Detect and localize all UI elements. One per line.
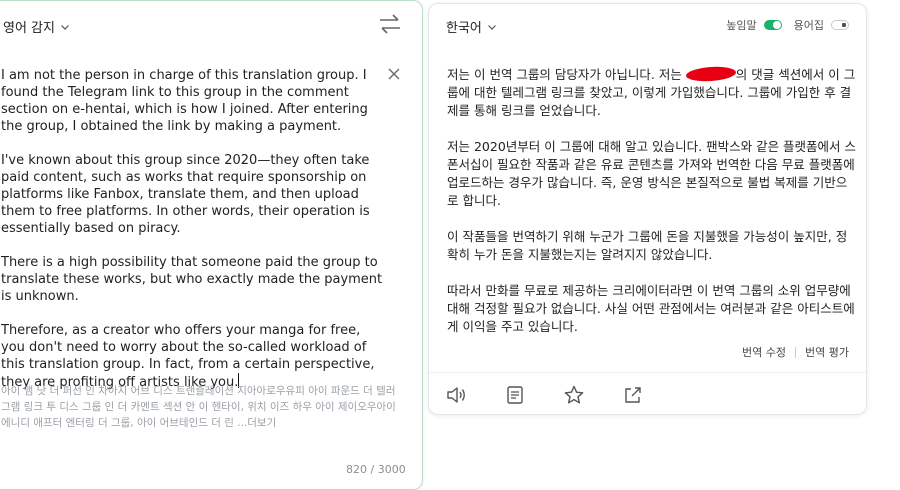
source-language-selector[interactable]: 영어 감지 (3, 17, 70, 36)
source-text-input[interactable]: I am not the person in charge of this tr… (1, 67, 386, 408)
share-icon[interactable] (622, 384, 644, 406)
divider (795, 346, 797, 358)
honorific-toggle[interactable]: 높임말 (726, 17, 782, 33)
source-language-label: 영어 감지 (3, 21, 55, 36)
target-toolbar (445, 384, 644, 406)
translation-output: 저는 이 번역 그룹의 담당자가 아닙니다. 저는 의 댓글 섹션에서 이 그룹… (447, 65, 857, 354)
rate-translation-link[interactable]: 번역 평가 (805, 344, 849, 360)
source-paragraph-text: Therefore, as a creator who offers your … (1, 323, 379, 390)
chevron-down-icon (487, 24, 496, 30)
close-icon[interactable] (388, 68, 400, 80)
source-paragraph: Therefore, as a creator who offers your … (1, 322, 386, 391)
target-language-label: 한국어 (446, 21, 482, 36)
translation-paragraph: 이 작품들을 번역하기 위해 누군가 그룹에 돈을 지불했을 가능성이 높지만,… (447, 229, 848, 262)
translation-text: 저는 이 번역 그룹의 담당자가 아닙니다. 저는 (447, 67, 686, 82)
swap-arrows-icon[interactable] (378, 13, 402, 35)
pronunciation-text: 아이 앰 낫 더 퍼선 인 차아지 어브 디스 트랜즐레이션 지아아로우유피 아… (1, 383, 401, 431)
honorific-label: 높임말 (726, 19, 757, 32)
copy-icon[interactable] (504, 384, 526, 406)
source-paragraph: There is a high possibility that someone… (1, 255, 387, 304)
divider (429, 372, 866, 373)
source-paragraph: I am not the person in charge of this tr… (1, 68, 373, 134)
chevron-down-icon (61, 24, 69, 30)
translation-paragraph: 따라서 만화를 무료로 제공하는 크리에이터라면 이 번역 그룹의 소위 업무량… (447, 283, 855, 334)
target-language-selector[interactable]: 한국어 (446, 17, 497, 36)
glossary-switch[interactable] (831, 20, 849, 30)
translation-actions: 번역 수정 번역 평가 (742, 344, 849, 360)
translation-paragraph: 저는 이 번역 그룹의 담당자가 아닙니다. 저는 의 댓글 섹션에서 이 그룹… (447, 65, 857, 120)
glossary-label: 용어집 (793, 19, 824, 32)
character-counter: 820 / 3000 (346, 463, 406, 476)
glossary-toggle[interactable]: 용어집 (794, 17, 849, 33)
speaker-icon[interactable] (445, 384, 467, 406)
source-paragraph: I've known about this group since 2020—t… (1, 153, 374, 236)
redaction-mark (685, 65, 737, 83)
source-panel: 영어 감지 I am not the person in charge of t… (0, 0, 423, 490)
translation-paragraph: 저는 2020년부터 이 그룹에 대해 알고 있습니다. 팬박스와 같은 플랫폼… (447, 139, 857, 208)
honorific-switch[interactable] (763, 20, 782, 30)
pronunciation-content: 아이 앰 낫 더 퍼선 인 차아지 어브 디스 트랜즐레이션 지아아로우유피 아… (1, 385, 396, 429)
star-icon[interactable] (563, 384, 585, 406)
option-toggles: 높임말 용어집 (726, 17, 849, 33)
more-link[interactable]: 더보기 (247, 417, 276, 429)
edit-translation-link[interactable]: 번역 수정 (742, 344, 786, 360)
target-panel: 한국어 높임말 용어집 저는 이 번역 그룹의 담당자가 아닙니다. 저는 의 … (428, 3, 867, 415)
